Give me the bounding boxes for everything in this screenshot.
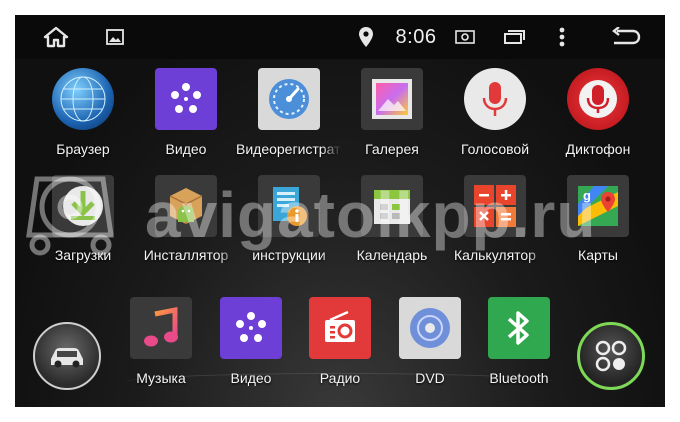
app-label-calculator: Калькулятор bbox=[454, 247, 536, 263]
video-app-icon[interactable] bbox=[155, 68, 217, 130]
app-label-recorder: Диктофон bbox=[565, 141, 631, 157]
app-drawer-button[interactable] bbox=[577, 322, 645, 390]
dock-video-app-icon[interactable] bbox=[220, 297, 282, 359]
gallery-icon[interactable] bbox=[103, 15, 127, 59]
installer-app-icon[interactable] bbox=[155, 175, 217, 237]
app-label-browser: Браузер bbox=[56, 141, 110, 157]
gallery-app-icon[interactable] bbox=[361, 68, 423, 130]
voice-search-app-icon[interactable] bbox=[464, 68, 526, 130]
app-label-maps: Карты bbox=[578, 247, 618, 263]
dashcam-app-icon[interactable] bbox=[258, 68, 320, 130]
location-icon bbox=[355, 15, 377, 59]
dock-label-bluetooth: Bluetooth bbox=[489, 370, 549, 386]
recorder-app-icon[interactable] bbox=[567, 68, 629, 130]
music-app-icon[interactable] bbox=[130, 297, 192, 359]
manual-app-icon[interactable] bbox=[258, 175, 320, 237]
back-icon[interactable] bbox=[609, 15, 643, 59]
car-icon bbox=[51, 348, 83, 368]
bluetooth-app-icon[interactable] bbox=[488, 297, 550, 359]
more-icon[interactable] bbox=[555, 15, 569, 59]
head-unit-screen: 8:06 Браузер Видео Видеорегистратор Гале… bbox=[15, 15, 665, 407]
calculator-app-icon[interactable] bbox=[464, 175, 526, 237]
app-label-voice: Голосовой bbox=[460, 141, 530, 157]
app-drawer-icon bbox=[595, 340, 627, 372]
home-icon[interactable] bbox=[39, 15, 73, 59]
downloads-app-icon[interactable] bbox=[52, 175, 114, 237]
calendar-app-icon[interactable] bbox=[361, 175, 423, 237]
app-label-dashcam: Видеорегистратор bbox=[236, 141, 342, 157]
maps-app-icon[interactable]: g bbox=[567, 175, 629, 237]
app-label-video: Видео bbox=[165, 141, 207, 157]
svg-text:g: g bbox=[583, 188, 591, 203]
radio-app-icon[interactable] bbox=[309, 297, 371, 359]
status-bar: 8:06 bbox=[15, 15, 665, 59]
app-label-calendar: Календарь bbox=[356, 247, 428, 263]
car-button[interactable] bbox=[33, 322, 101, 390]
recent-apps-icon[interactable] bbox=[501, 15, 527, 59]
clock-time: 8:06 bbox=[395, 25, 437, 48]
dvd-app-icon[interactable] bbox=[399, 297, 461, 359]
browser-app-icon[interactable] bbox=[52, 68, 114, 130]
app-label-downloads: Загрузки bbox=[54, 247, 112, 263]
app-label-gallery: Галерея bbox=[365, 141, 419, 157]
screenshot-icon[interactable] bbox=[453, 15, 477, 59]
app-label-manual: инструкции bbox=[252, 247, 326, 263]
app-label-installer: Инсталлятор bbox=[143, 247, 229, 263]
